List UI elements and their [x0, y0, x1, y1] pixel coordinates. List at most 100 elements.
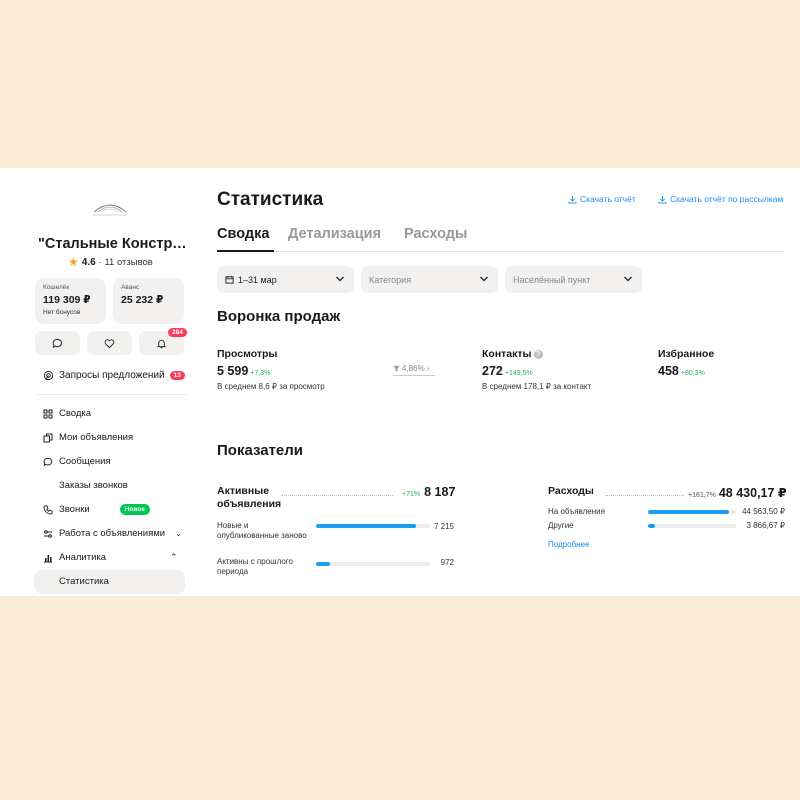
- row-new-label: Новые и опубликованные заново: [217, 521, 307, 540]
- requests-badge: 13: [169, 371, 185, 380]
- favorites-value: 458 +80,3%: [658, 364, 705, 378]
- sidebar-item-label: Сообщения: [59, 456, 111, 467]
- reviews-count: · 11 отзывов: [98, 256, 153, 268]
- company-logo-icon: [93, 204, 127, 216]
- tab-summary[interactable]: Сводка: [217, 226, 269, 242]
- phone-icon: [43, 505, 53, 514]
- sidebar-item-label: Аналитика: [59, 552, 107, 563]
- location-select[interactable]: Населённый пункт: [505, 266, 642, 293]
- expenses-leader: [606, 495, 684, 496]
- tab-details[interactable]: Детализация: [288, 226, 381, 242]
- sidebar-item-analytics[interactable]: Аналитика ⌃: [43, 552, 178, 563]
- tab-expenses[interactable]: Расходы: [404, 226, 467, 242]
- sidebar-item-calls[interactable]: Звонки Новое: [43, 504, 150, 515]
- sidebar-item-label: Заказы звонков: [59, 480, 128, 491]
- sliders-icon: [44, 529, 52, 538]
- period-select[interactable]: 1–31 мар: [217, 266, 354, 293]
- row-other-bar-fill: [648, 524, 656, 528]
- chat-icon: [43, 457, 53, 466]
- requests-item[interactable]: Запросы предложений 13: [43, 370, 185, 381]
- heart-icon: [104, 338, 115, 348]
- sidebar-item-statistics[interactable]: Статистика: [34, 570, 185, 594]
- location-placeholder: Населённый пункт: [513, 274, 591, 285]
- help-icon[interactable]: ?: [533, 350, 543, 359]
- company-name[interactable]: "Стальные Конструкции": [38, 236, 188, 252]
- active-ads-label: Активные объявления: [217, 485, 282, 510]
- chevron-up-icon: ⌃: [170, 552, 178, 562]
- copy-icon: [43, 433, 53, 442]
- contacts-label[interactable]: Контакты?: [482, 348, 543, 360]
- sidebar-item-label: Звонки: [59, 504, 90, 515]
- contacts-number: 272: [482, 364, 503, 378]
- expenses-label: Расходы: [548, 485, 594, 497]
- requests-label: Запросы предложений: [59, 370, 165, 381]
- broadcast-icon: [43, 370, 54, 381]
- more-details-link[interactable]: Подробнее: [548, 540, 590, 549]
- download-icon: [568, 195, 577, 204]
- row-new-bar-fill: [316, 524, 417, 528]
- sidebar-item-ads-work[interactable]: Работа с объявлениями ⌄: [43, 528, 182, 539]
- sidebar-item-label: Статистика: [59, 576, 109, 587]
- favorites-delta: +80,3%: [680, 370, 705, 377]
- row-ads-label: На объявления: [548, 507, 605, 516]
- active-ads-value: 8 187: [424, 485, 456, 499]
- row-other-value: 3 866,67 ₽: [746, 521, 785, 530]
- sidebar-item-call-orders[interactable]: Заказы звонков: [59, 480, 128, 491]
- favorites-button[interactable]: [87, 331, 132, 355]
- funnel-icon: [393, 365, 400, 372]
- conversion-value: 4,86%: [402, 364, 425, 373]
- row-ads-value: 44 563,50 ₽: [742, 507, 785, 516]
- download-mailing-label: Скачать отчёт по рассылкам: [670, 194, 784, 204]
- chevron-down-icon: [480, 276, 488, 282]
- expenses-value: 48 430,17 ₽: [718, 486, 787, 500]
- funnel-title: Воронка продаж: [217, 308, 341, 325]
- row-previous-bar: [316, 562, 430, 566]
- download-report-label: Скачать отчёт: [580, 194, 636, 204]
- active-ads-delta: +71%: [402, 491, 421, 498]
- row-new-value: 7 215: [433, 522, 454, 531]
- contacts-label-text: Контакты: [482, 348, 532, 360]
- download-report-link[interactable]: Скачать отчёт: [568, 194, 636, 204]
- active-ads-total: +71% 8 187: [400, 485, 455, 499]
- active-tab-indicator: [217, 250, 274, 252]
- views-average: В среднем 8,6 ₽ за просмотр: [217, 382, 325, 391]
- favorites-number: 458: [658, 364, 679, 378]
- advance-card[interactable]: Аванс 25 232 ₽: [113, 278, 184, 324]
- conversion-rate[interactable]: 4,86% ›: [393, 364, 435, 376]
- views-number: 5 599: [217, 364, 249, 378]
- favorites-label: Избранное: [658, 348, 715, 360]
- tab-bar: Сводка Детализация Расходы: [217, 224, 784, 252]
- chevron-right-icon: ›: [426, 364, 430, 373]
- bar-chart-icon: [44, 554, 52, 562]
- advance-amount: 25 232 ₽: [121, 294, 164, 306]
- contacts-delta: +149,5%: [504, 370, 533, 377]
- download-mailing-report-link[interactable]: Скачать отчёт по рассылкам: [658, 194, 783, 204]
- page-title: Статистика: [217, 189, 324, 210]
- chevron-down-icon: [624, 276, 632, 282]
- wallet-card[interactable]: Кошелёк 119 309 ₽ Нет бонусов: [35, 278, 106, 324]
- views-label: Просмотры: [217, 348, 278, 360]
- sidebar: "Стальные Конструкции" ★ 4.6 · 11 отзыво…: [34, 168, 188, 596]
- row-other-label: Другие: [548, 521, 574, 530]
- row-previous-label: Активны с прошлого периода: [217, 557, 293, 576]
- notifications-badge: 284: [168, 328, 187, 337]
- row-previous-value: 972: [440, 558, 454, 567]
- messages-button[interactable]: [35, 331, 80, 355]
- star-icon: ★: [68, 255, 79, 269]
- calendar-icon: [225, 275, 234, 284]
- row-other-bar: [648, 524, 736, 528]
- wallet-bonus: Нет бонусов: [43, 309, 81, 316]
- sidebar-item-messages[interactable]: Сообщения: [43, 456, 111, 467]
- wallet-label: Кошелёк: [43, 284, 70, 291]
- period-value: 1–31 мар: [238, 274, 277, 285]
- wallet-amount: 119 309 ₽: [43, 294, 91, 306]
- chat-icon: [52, 338, 63, 348]
- rating[interactable]: ★ 4.6 · 11 отзывов: [68, 256, 153, 268]
- sidebar-item-summary[interactable]: Сводка: [43, 408, 91, 419]
- download-icon: [658, 195, 667, 204]
- bell-icon: [156, 339, 167, 348]
- category-select[interactable]: Категория: [361, 266, 498, 293]
- row-ads-bar-fill: [648, 510, 729, 514]
- category-placeholder: Категория: [369, 274, 412, 285]
- sidebar-item-my-ads[interactable]: Мои объявления: [43, 432, 133, 443]
